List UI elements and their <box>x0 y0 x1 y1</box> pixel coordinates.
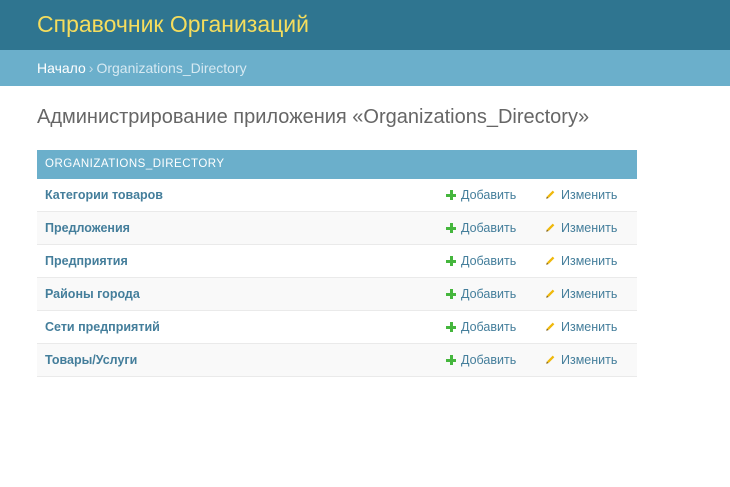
model-row: Сети предприятий Добавить Изменить <box>37 311 637 344</box>
plus-icon <box>446 322 456 332</box>
add-link[interactable]: Добавить <box>446 353 516 367</box>
change-label: Изменить <box>561 287 618 301</box>
pencil-icon <box>546 355 555 364</box>
change-label: Изменить <box>561 320 618 334</box>
model-link[interactable]: Сети предприятий <box>45 320 160 334</box>
add-label: Добавить <box>461 353 517 367</box>
app-module: ORGANIZATIONS_DIRECTORY Категории товаро… <box>37 150 637 377</box>
change-link[interactable]: Изменить <box>545 320 617 334</box>
pencil-icon <box>546 256 555 265</box>
pencil-icon <box>546 190 555 199</box>
change-label: Изменить <box>561 221 618 235</box>
model-link[interactable]: Товары/Услуги <box>45 353 137 367</box>
change-link[interactable]: Изменить <box>545 188 617 202</box>
change-label: Изменить <box>561 353 618 367</box>
header: Справочник Организаций <box>0 0 730 50</box>
change-link[interactable]: Изменить <box>545 353 617 367</box>
breadcrumb-home-link[interactable]: Начало <box>37 60 86 76</box>
add-label: Добавить <box>461 188 517 202</box>
add-link[interactable]: Добавить <box>446 221 516 235</box>
add-label: Добавить <box>461 254 517 268</box>
change-label: Изменить <box>561 254 618 268</box>
site-branding[interactable]: Справочник Организаций <box>37 11 309 38</box>
model-row: Предприятия Добавить Изменить <box>37 245 637 278</box>
model-link[interactable]: Предложения <box>45 221 130 235</box>
change-label: Изменить <box>561 188 618 202</box>
plus-icon <box>446 256 456 266</box>
add-link[interactable]: Добавить <box>446 254 516 268</box>
model-link[interactable]: Районы города <box>45 287 140 301</box>
change-link[interactable]: Изменить <box>545 287 617 301</box>
model-row: Товары/Услуги Добавить Изменить <box>37 344 637 377</box>
add-link[interactable]: Добавить <box>446 188 516 202</box>
breadcrumb-current: Organizations_Directory <box>96 60 247 76</box>
add-link[interactable]: Добавить <box>446 287 516 301</box>
pencil-icon <box>546 289 555 298</box>
add-label: Добавить <box>461 221 517 235</box>
module-caption[interactable]: ORGANIZATIONS_DIRECTORY <box>37 150 637 179</box>
model-row: Предложения Добавить Изменить <box>37 212 637 245</box>
plus-icon <box>446 355 456 365</box>
model-link[interactable]: Предприятия <box>45 254 128 268</box>
change-link[interactable]: Изменить <box>545 254 617 268</box>
model-row: Районы города Добавить Изменить <box>37 278 637 311</box>
breadcrumb-separator: › <box>88 60 94 76</box>
breadcrumb: Начало › Organizations_Directory <box>0 50 730 86</box>
add-label: Добавить <box>461 320 517 334</box>
model-link[interactable]: Категории товаров <box>45 188 163 202</box>
breadcrumb-trail: Начало › Organizations_Directory <box>37 60 247 76</box>
plus-icon <box>446 223 456 233</box>
pencil-icon <box>546 322 555 331</box>
add-label: Добавить <box>461 287 517 301</box>
add-link[interactable]: Добавить <box>446 320 516 334</box>
page-title: Администрирование приложения «Organizati… <box>37 106 590 128</box>
model-row: Категории товаров Добавить Изменить <box>37 179 637 212</box>
plus-icon <box>446 289 456 299</box>
pencil-icon <box>546 223 555 232</box>
change-link[interactable]: Изменить <box>545 221 617 235</box>
plus-icon <box>446 190 456 200</box>
